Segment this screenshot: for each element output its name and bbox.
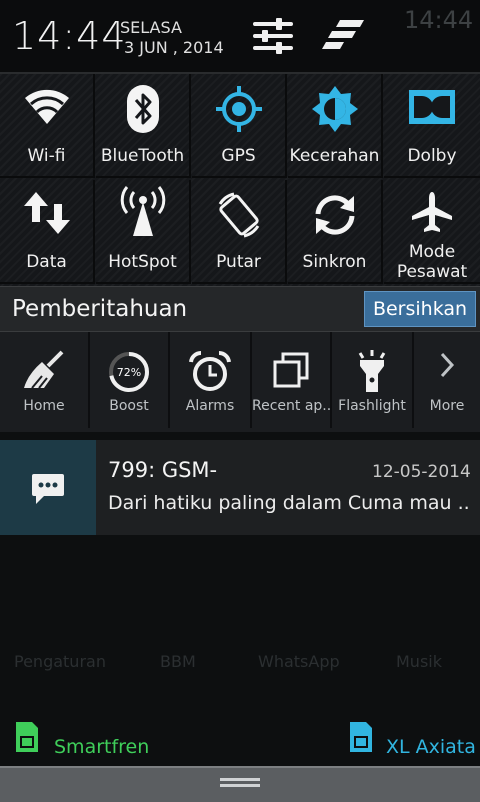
airplane-icon: [412, 192, 452, 232]
background-label: WhatsApp: [258, 652, 340, 671]
clear-notifications-button[interactable]: Bersihkan: [364, 291, 476, 327]
date-label: 3 JUN , 2014: [124, 38, 224, 57]
recent-apps-icon: [273, 352, 309, 388]
toggle-label: BlueTooth: [100, 146, 185, 166]
chevron-right-icon: [440, 352, 455, 378]
toggle-label: HotSpot: [108, 252, 177, 272]
sms-sender: 799: GSM-: [108, 458, 218, 482]
shortcut-row: Home 72% Boost Alarms Recent ap... Flash…: [0, 332, 480, 432]
rotate-icon: [218, 192, 259, 238]
broom-icon: [24, 350, 64, 389]
drag-handle-icon: [220, 778, 260, 787]
brightness-icon: [311, 86, 358, 132]
boost-value: 72%: [116, 366, 142, 379]
quick-settings-grid: Wi-fi BlueTooth GPS Kecerahan Dolby Data…: [0, 74, 480, 286]
background-label: Musik: [396, 652, 442, 671]
toggle-panel-button[interactable]: [322, 18, 368, 54]
settings-sliders-button[interactable]: [252, 16, 294, 56]
alarm-clock-icon: [189, 350, 231, 391]
toggle-sync[interactable]: Sinkron: [288, 180, 383, 284]
shortcut-label: Boost: [109, 398, 149, 414]
clock: 14:44: [12, 14, 127, 58]
toggle-data[interactable]: Data: [0, 180, 95, 284]
toggle-hotspot[interactable]: HotSpot: [96, 180, 191, 284]
sms-body: Dari hatiku paling dalam Cuma mau ..: [108, 492, 468, 514]
sim-card-icon: [16, 722, 38, 752]
status-header: 14:44 14:44 SELASA 3 JUN , 2014: [0, 0, 480, 74]
sim1-label: Smartfren: [54, 736, 150, 758]
shortcut-alarms[interactable]: Alarms: [170, 332, 252, 428]
sync-icon: [315, 195, 354, 235]
shortcut-label: Recent ap...: [252, 398, 330, 414]
shortcut-home[interactable]: Home: [0, 332, 90, 428]
background-label: BBM: [160, 652, 196, 671]
day-label: SELASA: [120, 18, 182, 37]
toggle-label-line2: Pesawat: [396, 262, 468, 282]
toggle-gps[interactable]: GPS: [192, 74, 287, 178]
toggle-label: Sinkron: [302, 252, 367, 272]
sms-notification[interactable]: 799: GSM- 12-05-2014 Dari hatiku paling …: [0, 440, 480, 535]
toggle-dolby[interactable]: Dolby: [384, 74, 480, 178]
toggle-label: Mode: [408, 242, 456, 262]
toggle-label: Data: [26, 252, 67, 272]
toggle-label: Wi-fi: [27, 146, 66, 166]
switch-panel-icon: [322, 20, 364, 49]
sim-card-icon: [350, 722, 372, 752]
panel-drag-handle[interactable]: [0, 766, 480, 802]
toggle-label: GPS: [221, 146, 256, 166]
hotspot-icon: [120, 186, 165, 236]
ghost-status-time: 14:44: [404, 6, 474, 34]
toggle-brightness[interactable]: Kecerahan: [288, 74, 383, 178]
bluetooth-icon: [126, 85, 159, 133]
toggle-label: Putar: [216, 252, 261, 272]
background-label: Pengaturan: [14, 652, 106, 671]
sms-icon-box: [0, 440, 96, 535]
shortcut-label: More: [429, 398, 465, 414]
notifications-header: Pemberitahuan Bersihkan: [0, 286, 480, 332]
toggle-label: Dolby: [407, 146, 457, 166]
sliders-icon: [253, 18, 293, 54]
shortcut-flashlight[interactable]: Flashlight: [332, 332, 414, 428]
notifications-title: Pemberitahuan: [12, 296, 188, 322]
toggle-bluetooth[interactable]: BlueTooth: [96, 74, 191, 178]
toggle-wifi[interactable]: Wi-fi: [0, 74, 95, 178]
shortcut-label: Flashlight: [338, 398, 406, 414]
shortcut-label: Alarms: [185, 398, 235, 414]
toggle-rotate[interactable]: Putar: [192, 180, 287, 284]
shortcut-recent-apps[interactable]: Recent ap...: [252, 332, 332, 428]
sms-time: 12-05-2014: [372, 462, 471, 482]
message-icon: [32, 474, 64, 504]
shortcut-boost[interactable]: 72% Boost: [90, 332, 170, 428]
toggle-label: Kecerahan: [289, 146, 380, 166]
data-arrows-icon: [23, 192, 70, 234]
shortcut-more[interactable]: More: [414, 332, 480, 428]
flashlight-icon: [358, 350, 386, 392]
wifi-icon: [24, 89, 69, 124]
gps-icon: [215, 86, 262, 132]
dolby-icon: [409, 90, 455, 124]
sim2-label: XL Axiata: [386, 736, 476, 758]
toggle-airplane[interactable]: Mode Pesawat: [384, 180, 480, 284]
shortcut-label: Home: [23, 398, 65, 414]
